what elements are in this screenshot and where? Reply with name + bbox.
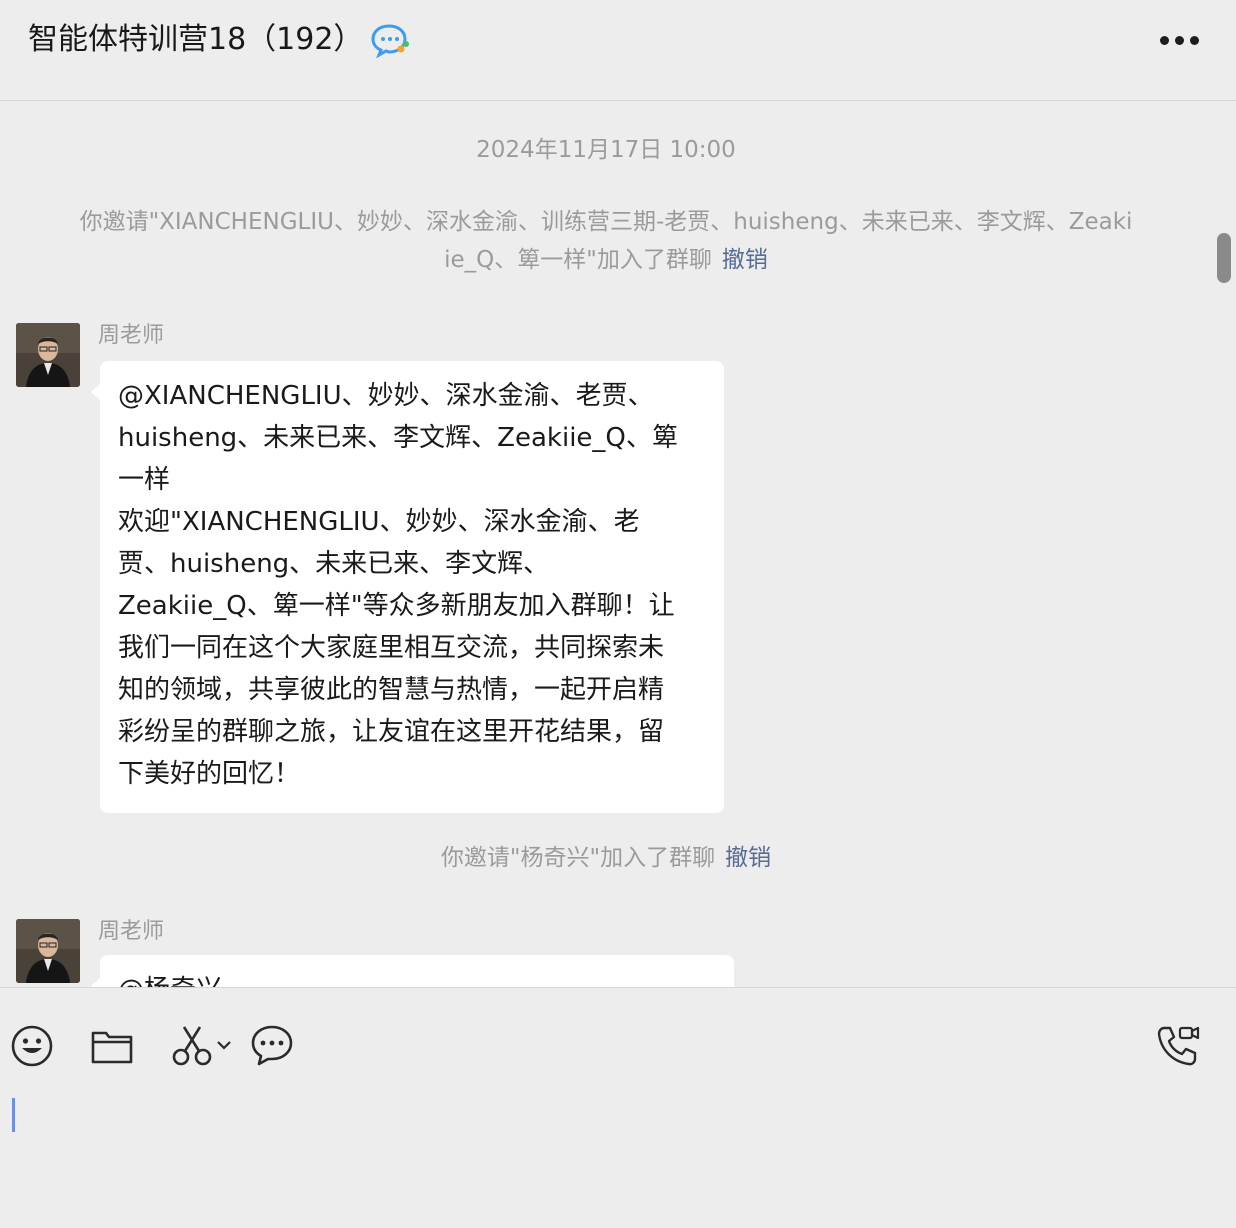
avatar[interactable] [16, 323, 80, 387]
more-icon[interactable] [1158, 28, 1202, 52]
chat-header: 智能体特训营18（192） [0, 0, 1236, 101]
scissors-icon[interactable] [172, 1024, 234, 1068]
avatar[interactable] [16, 919, 80, 983]
system-message: 你邀请"杨奇兴"加入了群聊 撤销 [0, 839, 1212, 877]
message-line: Zeakiie_Q、箄一样"等众多新朋友加入群聊！让 [118, 591, 675, 621]
message-line: 彩纷呈的群聊之旅，让友谊在这里开花结果，留 [118, 717, 665, 747]
message-line: 一样 [118, 465, 171, 495]
scrollbar[interactable] [1217, 233, 1231, 283]
message-line: @杨奇兴 [118, 969, 716, 987]
message-line: 知的领域，共享彼此的智慧与热情，一起开启精 [118, 675, 665, 705]
message-line: 贾、huisheng、未来已来、李文辉、 [118, 549, 550, 579]
message-line: 我们一同在这个大家庭里相互交流，共同探索未 [118, 633, 665, 663]
message-bubble[interactable]: @杨奇兴 [91, 955, 734, 987]
text-cursor [12, 1098, 15, 1132]
sender-name: 周老师 [98, 323, 165, 348]
system-message-text: 你邀请"杨奇兴"加入了群聊 [440, 845, 716, 871]
voice-video-call-icon[interactable] [1156, 1024, 1202, 1068]
timestamp: 2024年11月17日 10:00 [476, 137, 736, 163]
folder-icon[interactable] [90, 1024, 134, 1068]
revoke-link[interactable]: 撤销 [722, 247, 768, 273]
message-line: @XIANCHENGLIU、妙妙、深水金渝、老贾、 [118, 381, 654, 411]
message-bubble[interactable]: @XIANCHENGLIU、妙妙、深水金渝、老贾、 huisheng、未来已来、… [91, 361, 724, 813]
avatar-image [16, 919, 80, 983]
system-message-line: 你邀请"XIANCHENGLIU、妙妙、深水金渝、训练营三期-老贾、huishe… [79, 209, 1133, 235]
message-list[interactable]: 2024年11月17日 10:00 你邀请"XIANCHENGLIU、妙妙、深水… [0, 101, 1236, 987]
system-message-text: ie_Q、箄一样"加入了群聊 [444, 247, 712, 273]
group-title[interactable]: 智能体特训营18（192） [28, 20, 363, 60]
emoji-icon[interactable] [10, 1024, 54, 1068]
message-line: 下美好的回忆！ [118, 759, 301, 789]
chat-history-icon[interactable] [250, 1024, 294, 1068]
system-message: 你邀请"XIANCHENGLIU、妙妙、深水金渝、训练营三期-老贾、huishe… [58, 203, 1154, 279]
revoke-link[interactable]: 撤销 [725, 845, 771, 871]
chat-bubble-icon[interactable] [370, 22, 412, 58]
input-area[interactable] [0, 987, 1236, 1228]
message-line: 欢迎"XIANCHENGLIU、妙妙、深水金渝、老 [118, 507, 640, 537]
system-message-line: ie_Q、箄一样"加入了群聊 撤销 [58, 241, 1154, 279]
avatar-image [16, 323, 80, 387]
sender-name: 周老师 [98, 919, 165, 944]
message-line: huisheng、未来已来、李文辉、Zeakiie_Q、箄 [118, 423, 678, 453]
